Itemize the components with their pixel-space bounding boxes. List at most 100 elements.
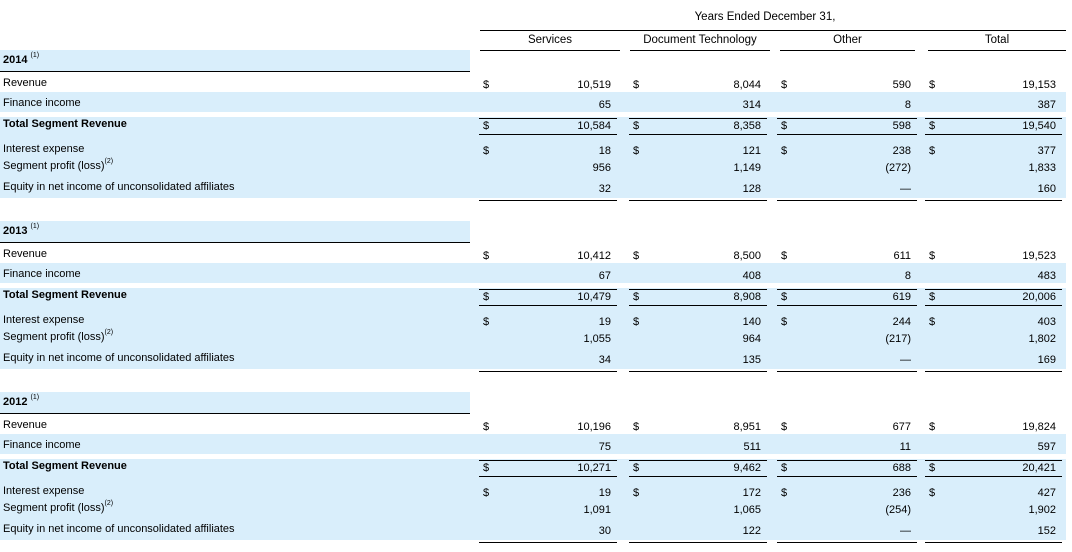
total-rule <box>479 542 617 543</box>
table-cell: 65 <box>598 99 611 111</box>
table-cell: 9,462 <box>733 462 761 474</box>
row-label-text: Finance income <box>3 268 81 280</box>
table-cell: 8 <box>904 270 911 282</box>
currency-symbol: $ <box>929 120 936 132</box>
table-cell: 19 <box>598 316 611 328</box>
currency-symbol: $ <box>483 79 490 91</box>
table-cell: 1,065 <box>733 504 761 516</box>
subtotal-rule <box>479 305 617 306</box>
column-header-rule <box>630 50 770 51</box>
row-label: Revenue <box>3 419 47 431</box>
currency-symbol: $ <box>781 145 788 157</box>
table-cell: 121 <box>742 145 761 157</box>
year-title: 2013 (1) <box>3 223 40 237</box>
table-cell: 135 <box>742 354 761 366</box>
column-header: Total <box>984 34 1010 46</box>
column-header: Document Technology <box>643 34 757 46</box>
currency-symbol: $ <box>483 316 490 328</box>
year-footnote: (1) <box>30 223 40 230</box>
currency-symbol: $ <box>781 250 788 262</box>
table-cell: 10,519 <box>577 79 611 91</box>
year-rule <box>0 242 470 243</box>
row-label: Equity in net income of unconsolidated a… <box>3 352 235 364</box>
table-cell: 10,412 <box>577 250 611 262</box>
row-footnote: (2) <box>104 329 114 336</box>
table-cell: 1,091 <box>583 504 611 516</box>
table-cell: 8,951 <box>733 421 761 433</box>
subtotal-rule <box>777 305 917 306</box>
column-header-rule <box>928 50 1066 51</box>
row-label-text: Finance income <box>3 439 81 451</box>
column-header: Services <box>527 34 573 46</box>
table-cell: 128 <box>742 183 761 195</box>
subtotal-rule <box>629 134 767 135</box>
table-cell: 964 <box>742 333 761 345</box>
table-cell: 8,044 <box>733 79 761 91</box>
subtotal-rule <box>479 289 617 290</box>
row-label-text: Equity in net income of unconsolidated a… <box>3 181 235 193</box>
table-cell: (254) <box>885 504 911 516</box>
currency-symbol: $ <box>483 120 490 132</box>
table-cell: 19 <box>598 487 611 499</box>
table-cell: 152 <box>1037 525 1056 537</box>
table-cell: 19,523 <box>1022 250 1056 262</box>
year-title: 2014 (1) <box>3 52 39 66</box>
row-label-text: Finance income <box>3 97 81 109</box>
table-cell: 597 <box>1037 441 1056 453</box>
table-cell: 122 <box>742 525 761 537</box>
subtotal-rule <box>925 289 1062 290</box>
table-cell: 19,540 <box>1022 120 1056 132</box>
row-band <box>0 221 470 242</box>
currency-symbol: $ <box>781 316 788 328</box>
table-cell: 19,824 <box>1022 421 1056 433</box>
subtotal-rule <box>777 460 917 461</box>
table-cell: 172 <box>742 487 761 499</box>
subtotal-rule <box>925 118 1062 119</box>
row-label: Finance income <box>3 439 81 451</box>
currency-symbol: $ <box>633 291 640 303</box>
currency-symbol: $ <box>929 316 936 328</box>
subtotal-rule <box>479 134 617 135</box>
row-label-text: Equity in net income of unconsolidated a… <box>3 352 235 364</box>
row-label-text: Total Segment Revenue <box>3 289 127 301</box>
table-cell: — <box>900 183 911 195</box>
table-cell: 314 <box>742 99 761 111</box>
currency-symbol: $ <box>633 79 640 91</box>
year-label: 2013 <box>3 225 28 237</box>
subtotal-rule <box>925 134 1062 135</box>
total-rule <box>479 371 617 372</box>
currency-symbol: $ <box>929 421 936 433</box>
currency-symbol: $ <box>929 250 936 262</box>
row-band <box>0 392 470 413</box>
subtotal-rule <box>479 118 617 119</box>
row-label: Total Segment Revenue <box>3 118 127 130</box>
currency-symbol: $ <box>483 145 490 157</box>
table-cell: 19,153 <box>1022 79 1056 91</box>
currency-symbol: $ <box>633 316 640 328</box>
row-label-text: Interest expense <box>3 143 85 155</box>
table-cell: 169 <box>1037 354 1056 366</box>
row-label-text: Revenue <box>3 248 48 260</box>
row-label-text: Total Segment Revenue <box>3 118 127 130</box>
table-cell: 1,902 <box>1028 504 1056 516</box>
table-cell: 10,196 <box>577 421 611 433</box>
table-cell: 8,358 <box>733 120 761 132</box>
year-rule <box>0 71 470 72</box>
group-header-rule <box>480 30 1066 31</box>
currency-symbol: $ <box>929 145 936 157</box>
row-label-text: Segment profit (loss) <box>3 502 105 514</box>
total-rule <box>629 200 767 201</box>
table-cell: 403 <box>1037 316 1056 328</box>
table-cell: 11 <box>899 441 911 453</box>
currency-symbol: $ <box>483 421 490 433</box>
table-cell: 387 <box>1037 99 1056 111</box>
currency-symbol: $ <box>929 462 936 474</box>
currency-symbol: $ <box>633 145 640 157</box>
subtotal-rule <box>777 476 917 477</box>
row-label: Total Segment Revenue <box>3 289 127 301</box>
table-cell: 10,584 <box>577 120 611 132</box>
currency-symbol: $ <box>781 462 788 474</box>
table-cell: — <box>900 354 911 366</box>
table-cell: 483 <box>1037 270 1056 282</box>
row-label-text: Segment profit (loss) <box>3 331 105 343</box>
